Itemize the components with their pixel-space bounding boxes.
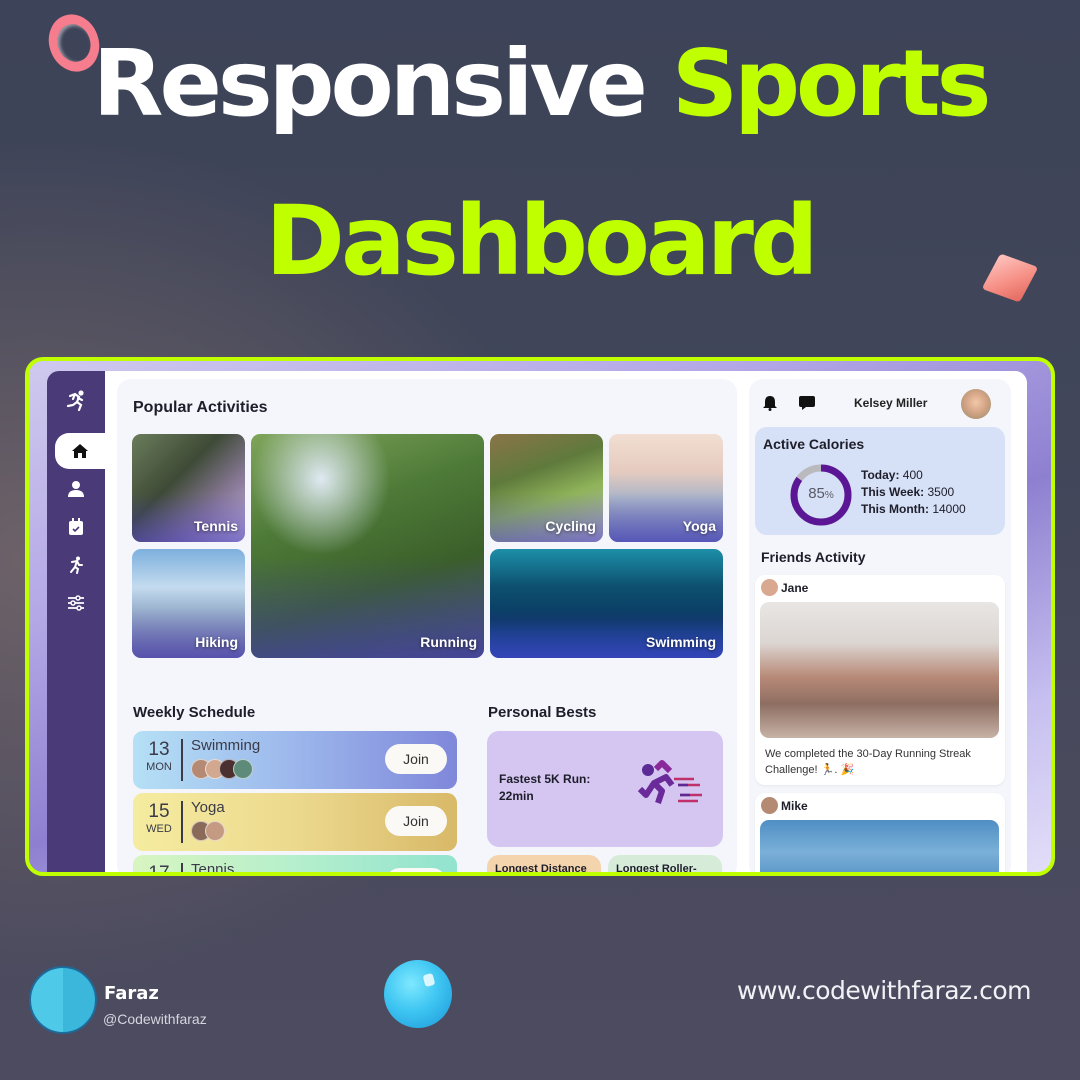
title-word-sports: Sports bbox=[671, 30, 991, 137]
post-image[interactable] bbox=[760, 820, 999, 872]
percent-unit: % bbox=[824, 490, 834, 501]
poster-title-line1: Responsive Sports bbox=[0, 30, 1080, 137]
sidebar bbox=[47, 371, 105, 872]
schedule-item: 17 Tennis Join bbox=[133, 855, 457, 876]
sidebar-item-profile[interactable] bbox=[47, 471, 105, 507]
schedule-day: 17 bbox=[148, 863, 170, 876]
bell-icon[interactable] bbox=[763, 395, 777, 416]
schedule-day: 15 bbox=[148, 801, 170, 822]
activity-tile-swimming[interactable]: Swimming bbox=[490, 549, 723, 658]
sidebar-item-activities[interactable] bbox=[47, 547, 105, 583]
user-avatar[interactable] bbox=[961, 389, 991, 419]
participant-avatars bbox=[191, 759, 253, 779]
weekly-schedule-title: Weekly Schedule bbox=[133, 704, 256, 721]
activity-tile-running[interactable]: Running bbox=[251, 434, 484, 658]
join-button[interactable]: Join bbox=[385, 744, 447, 774]
post-caption: We completed the 30-Day Running Streak C… bbox=[765, 748, 971, 776]
divider bbox=[181, 801, 183, 843]
friend-avatar bbox=[761, 797, 778, 814]
schedule-day: 13 bbox=[148, 739, 170, 760]
personal-best-roller: Longest Roller- bbox=[608, 855, 722, 872]
activity-label: Cycling bbox=[545, 518, 596, 534]
author-name: Faraz bbox=[104, 983, 159, 1004]
sliders-icon bbox=[68, 595, 84, 611]
join-button[interactable]: Join bbox=[385, 868, 447, 872]
divider bbox=[181, 863, 183, 872]
schedule-weekday: MON bbox=[146, 761, 172, 773]
decorative-ball bbox=[384, 960, 452, 1028]
personal-best-card: Fastest 5K Run: 22min bbox=[487, 731, 723, 847]
active-calories-card: Active Calories 85% Today: 400 This Week… bbox=[755, 427, 1005, 535]
personal-best-distance: Longest Distance bbox=[487, 855, 601, 872]
title-word-responsive: Responsive bbox=[92, 30, 648, 137]
schedule-activity-name: Tennis bbox=[191, 861, 235, 876]
friend-name: Jane bbox=[781, 581, 809, 595]
activity-tile-cycling[interactable]: Cycling bbox=[490, 434, 603, 542]
activity-label: Swimming bbox=[645, 634, 716, 650]
today-value: 400 bbox=[902, 468, 923, 482]
calendar-check-icon bbox=[69, 518, 83, 535]
sidebar-item-schedule[interactable] bbox=[47, 509, 105, 545]
home-icon bbox=[72, 444, 88, 458]
popular-activities-title: Popular Activities bbox=[133, 399, 268, 416]
divider bbox=[181, 739, 183, 781]
content-panel: Popular Activities Tennis Running Cyclin… bbox=[117, 379, 737, 876]
schedule-weekday: WED bbox=[146, 823, 172, 835]
personal-best-label: Fastest 5K Run: bbox=[499, 772, 591, 786]
author-avatar bbox=[29, 966, 97, 1034]
calories-percent: 85% bbox=[789, 485, 853, 502]
friend-name: Mike bbox=[781, 799, 808, 813]
schedule-activity-name: Swimming bbox=[191, 737, 261, 754]
activity-label: Yoga bbox=[682, 518, 716, 534]
activity-label: Hiking bbox=[195, 634, 238, 650]
schedule-item: 15 WED Yoga Join bbox=[133, 793, 457, 851]
join-button[interactable]: Join bbox=[385, 806, 447, 836]
sidebar-item-settings[interactable] bbox=[47, 585, 105, 621]
schedule-item: 13 MON Swimming Join bbox=[133, 731, 457, 789]
friend-avatar bbox=[761, 579, 778, 596]
avatar bbox=[233, 759, 253, 779]
percent-value: 85 bbox=[808, 485, 825, 502]
author-handle: @Codewithfaraz bbox=[103, 1011, 207, 1027]
chat-icon[interactable] bbox=[799, 395, 815, 416]
avatar bbox=[205, 821, 225, 841]
profile-panel: Kelsey Miller Active Calories 85% Today:… bbox=[749, 379, 1011, 872]
personal-bests-title: Personal Bests bbox=[488, 704, 597, 721]
main-area: Popular Activities Tennis Running Cyclin… bbox=[105, 371, 1027, 876]
month-value: 14000 bbox=[932, 502, 966, 516]
month-label: This Month: bbox=[861, 502, 929, 516]
friend-post: Mike bbox=[755, 793, 1005, 872]
sidebar-item-home[interactable] bbox=[55, 433, 105, 469]
dashboard-screenshot: Popular Activities Tennis Running Cyclin… bbox=[25, 357, 1055, 876]
running-icon bbox=[70, 556, 83, 574]
activity-label: Tennis bbox=[193, 518, 238, 534]
week-value: 3500 bbox=[927, 485, 955, 499]
activity-tile-hiking[interactable]: Hiking bbox=[132, 549, 245, 658]
calorie-stats: Today: 400 This Week: 3500 This Month: 1… bbox=[861, 467, 966, 518]
post-image[interactable] bbox=[760, 602, 999, 738]
friends-activity-title: Friends Activity bbox=[761, 549, 866, 565]
schedule-activity-name: Yoga bbox=[191, 799, 225, 816]
activity-tile-yoga[interactable]: Yoga bbox=[609, 434, 723, 542]
participant-avatars bbox=[191, 821, 225, 841]
friend-post: Jane We completed the 30-Day Running Str… bbox=[755, 575, 1005, 785]
user-name: Kelsey Miller bbox=[854, 396, 928, 410]
user-icon bbox=[68, 481, 84, 497]
activity-tile-tennis[interactable]: Tennis bbox=[132, 434, 245, 542]
today-label: Today: bbox=[861, 468, 900, 482]
website-url[interactable]: www.codewithfaraz.com bbox=[737, 976, 1032, 1005]
runner-logo-icon[interactable] bbox=[47, 383, 105, 419]
sprinter-icon bbox=[637, 760, 702, 804]
week-label: This Week: bbox=[861, 485, 925, 499]
active-calories-title: Active Calories bbox=[763, 436, 865, 452]
personal-best-value: 22min bbox=[499, 789, 534, 803]
poster-title-line2: Dashboard bbox=[265, 185, 818, 297]
activity-label: Running bbox=[420, 634, 477, 650]
